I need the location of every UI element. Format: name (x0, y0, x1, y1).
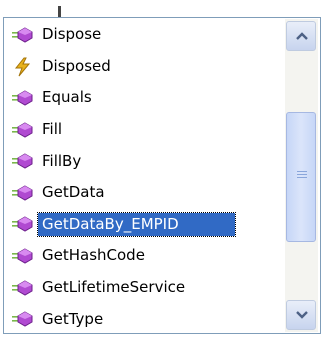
scroll-up-button[interactable] (286, 21, 316, 51)
item-label: GetHashCode (42, 246, 145, 265)
scroll-down-button[interactable] (286, 300, 316, 330)
item-label: Equals (42, 88, 92, 107)
completion-item-selected[interactable]: GetDataBy_EMPID (8, 209, 288, 241)
item-label: GetLifetimeService (42, 278, 186, 297)
method-icon (8, 307, 38, 331)
method-icon (8, 23, 38, 47)
method-icon (8, 181, 38, 205)
event-lightning-icon (8, 54, 38, 78)
completion-list: Dispose Disposed Equals Fill FillBy GetD… (8, 19, 288, 335)
item-label: GetType (42, 309, 104, 328)
completion-item[interactable]: GetType (8, 303, 288, 335)
completion-item[interactable]: GetData (8, 177, 288, 209)
method-icon (8, 244, 38, 268)
text-fragment (58, 6, 61, 17)
completion-item[interactable]: FillBy (8, 145, 288, 177)
completion-item[interactable]: Fill (8, 114, 288, 146)
completion-item[interactable]: Disposed (8, 51, 288, 83)
item-label: GetDataBy_EMPID (37, 211, 236, 237)
item-label: GetData (42, 183, 105, 202)
item-label: Fill (42, 120, 63, 139)
completion-item[interactable]: GetLifetimeService (8, 272, 288, 304)
completion-item[interactable]: Equals (8, 82, 288, 114)
method-icon (8, 149, 38, 173)
partial-text-above (52, 0, 232, 17)
method-icon (8, 212, 38, 236)
method-icon (8, 86, 38, 110)
scrollbar-thumb[interactable] (286, 112, 316, 242)
method-icon (8, 276, 38, 300)
item-label: Dispose (42, 25, 102, 44)
completion-item[interactable]: GetHashCode (8, 240, 288, 272)
completion-item[interactable]: Dispose (8, 19, 288, 51)
item-label: FillBy (42, 151, 82, 170)
thumb-grip-icon (297, 171, 307, 180)
method-icon (8, 118, 38, 142)
chevron-up-icon (296, 32, 308, 40)
vertical-scrollbar[interactable] (285, 19, 318, 332)
item-label: Disposed (42, 56, 111, 75)
chevron-down-icon (296, 311, 308, 319)
